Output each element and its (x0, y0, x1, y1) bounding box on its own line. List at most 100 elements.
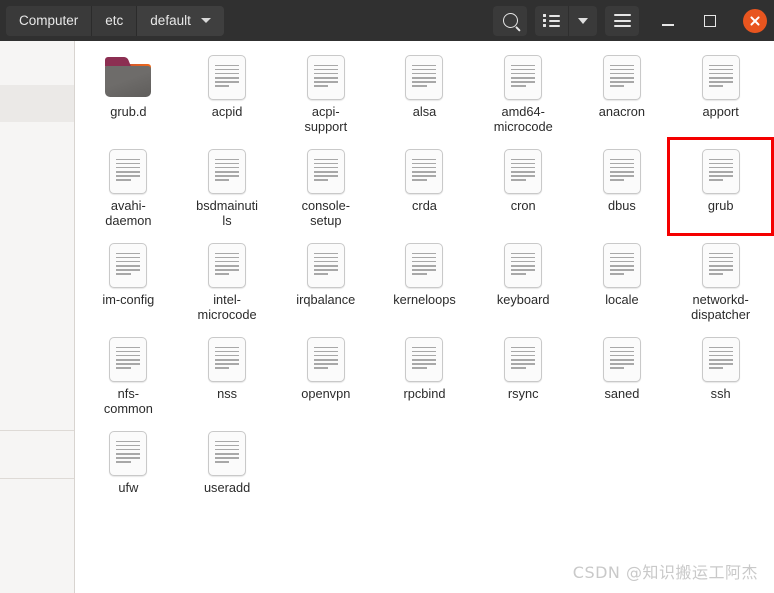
file-item[interactable]: cron (474, 141, 573, 233)
file-item[interactable]: ssh (671, 329, 770, 421)
breadcrumb-item-etc[interactable]: etc (92, 5, 138, 36)
document-icon (598, 335, 646, 383)
document-icon (104, 241, 152, 289)
sidebar-item-row[interactable] (0, 234, 74, 271)
document-icon (400, 241, 448, 289)
file-item[interactable]: irqbalance (276, 235, 375, 327)
sidebar-item-other-locations[interactable] (0, 479, 74, 516)
file-item[interactable]: rpcbind (375, 329, 474, 421)
document-icon (499, 53, 547, 101)
document-icon (499, 147, 547, 195)
file-item[interactable]: acpid (178, 47, 277, 139)
maximize-button[interactable] (699, 10, 721, 32)
sidebar-item-row[interactable] (0, 197, 74, 234)
close-button[interactable] (743, 8, 767, 33)
file-item[interactable]: saned (573, 329, 672, 421)
file-label: kerneloops (393, 292, 456, 307)
watermark: CSDN @知识搬运工阿杰 (572, 563, 758, 582)
file-item[interactable]: ufw (79, 423, 178, 515)
folder-icon (104, 53, 152, 101)
file-item[interactable]: grub.d (79, 47, 178, 139)
file-item[interactable]: useradd (178, 423, 277, 515)
document-icon (400, 335, 448, 383)
document-icon (598, 147, 646, 195)
file-item[interactable]: kerneloops (375, 235, 474, 327)
file-label: crda (412, 198, 437, 213)
file-label: keyboard (496, 292, 550, 307)
file-item[interactable]: acpi- support (276, 47, 375, 139)
sidebar-item-row[interactable] (0, 308, 74, 345)
sidebar-item-row[interactable] (0, 271, 74, 308)
file-item[interactable]: crda (375, 141, 474, 233)
file-item[interactable]: networkd- dispatcher (671, 235, 770, 327)
file-item[interactable]: anacron (573, 47, 672, 139)
document-icon (104, 335, 152, 383)
file-label: nss (217, 386, 238, 401)
document-icon (697, 147, 745, 195)
file-item[interactable]: intel- microcode (178, 235, 277, 327)
file-label: console- setup (301, 198, 350, 228)
document-icon (302, 335, 350, 383)
file-label: apport (702, 104, 739, 119)
hamburger-menu-icon (613, 14, 631, 27)
breadcrumb-item-computer[interactable]: Computer (6, 5, 93, 36)
file-item[interactable]: locale (573, 235, 672, 327)
file-item[interactable]: console- setup (276, 141, 375, 233)
document-icon (203, 147, 251, 195)
file-item[interactable]: rsync (474, 329, 573, 421)
file-label: amd64- microcode (493, 104, 553, 134)
file-label: nfs- common (103, 386, 153, 416)
document-icon (302, 53, 350, 101)
sidebar-item-row[interactable] (0, 345, 74, 382)
document-icon (697, 53, 745, 101)
file-item[interactable]: keyboard (474, 235, 573, 327)
file-item[interactable]: dbus (573, 141, 672, 233)
view-options-dropdown[interactable] (569, 5, 597, 36)
search-button[interactable] (493, 5, 527, 36)
file-item[interactable]: grub (671, 141, 770, 233)
document-icon (697, 335, 745, 383)
file-label: ssh (710, 386, 731, 401)
file-label: saned (604, 386, 640, 401)
file-label: avahi- daemon (105, 198, 152, 228)
chevron-down-icon (200, 18, 211, 23)
document-icon (203, 335, 251, 383)
file-item[interactable]: apport (671, 47, 770, 139)
file-label: anacron (598, 104, 646, 119)
document-icon (598, 53, 646, 101)
file-item[interactable]: nss (178, 329, 277, 421)
file-label: openvpn (301, 386, 351, 401)
file-manager-window: Computer etc default grub.d acpid acpi- … (0, 0, 774, 593)
file-item[interactable]: im-config (79, 235, 178, 327)
breadcrumb: Computer etc default (6, 5, 224, 36)
file-grid: grub.d acpid acpi- support alsa amd64- micro… (75, 41, 774, 515)
breadcrumb-label: default (150, 13, 191, 28)
file-item[interactable]: openvpn (276, 329, 375, 421)
main-menu-button[interactable] (605, 5, 639, 36)
file-grid-view[interactable]: grub.d acpid acpi- support alsa amd64- micro… (75, 41, 774, 593)
file-item[interactable]: avahi- daemon (79, 141, 178, 233)
file-label: cron (510, 198, 536, 213)
document-icon (400, 147, 448, 195)
sidebar-item-row[interactable] (0, 160, 74, 197)
file-item[interactable]: alsa (375, 47, 474, 139)
file-item[interactable]: bsdmainuti ls (178, 141, 277, 233)
chevron-down-icon (578, 17, 588, 24)
breadcrumb-item-default[interactable]: default (137, 5, 224, 36)
sidebar-item-row[interactable] (0, 382, 74, 419)
file-item[interactable]: nfs- common (79, 329, 178, 421)
sidebar-item-row-selected[interactable] (0, 85, 74, 122)
document-icon (302, 147, 350, 195)
sidebar-item-row[interactable] (0, 123, 74, 160)
document-icon (203, 53, 251, 101)
document-icon (697, 241, 745, 289)
minimize-button[interactable] (657, 10, 679, 32)
view-mode-button[interactable] (535, 5, 569, 36)
sidebar-item-row[interactable] (0, 41, 74, 78)
document-icon (400, 53, 448, 101)
file-label: locale (605, 292, 639, 307)
file-item[interactable]: amd64- microcode (474, 47, 573, 139)
document-icon (203, 241, 251, 289)
close-icon (749, 15, 761, 27)
breadcrumb-label: Computer (19, 13, 79, 28)
